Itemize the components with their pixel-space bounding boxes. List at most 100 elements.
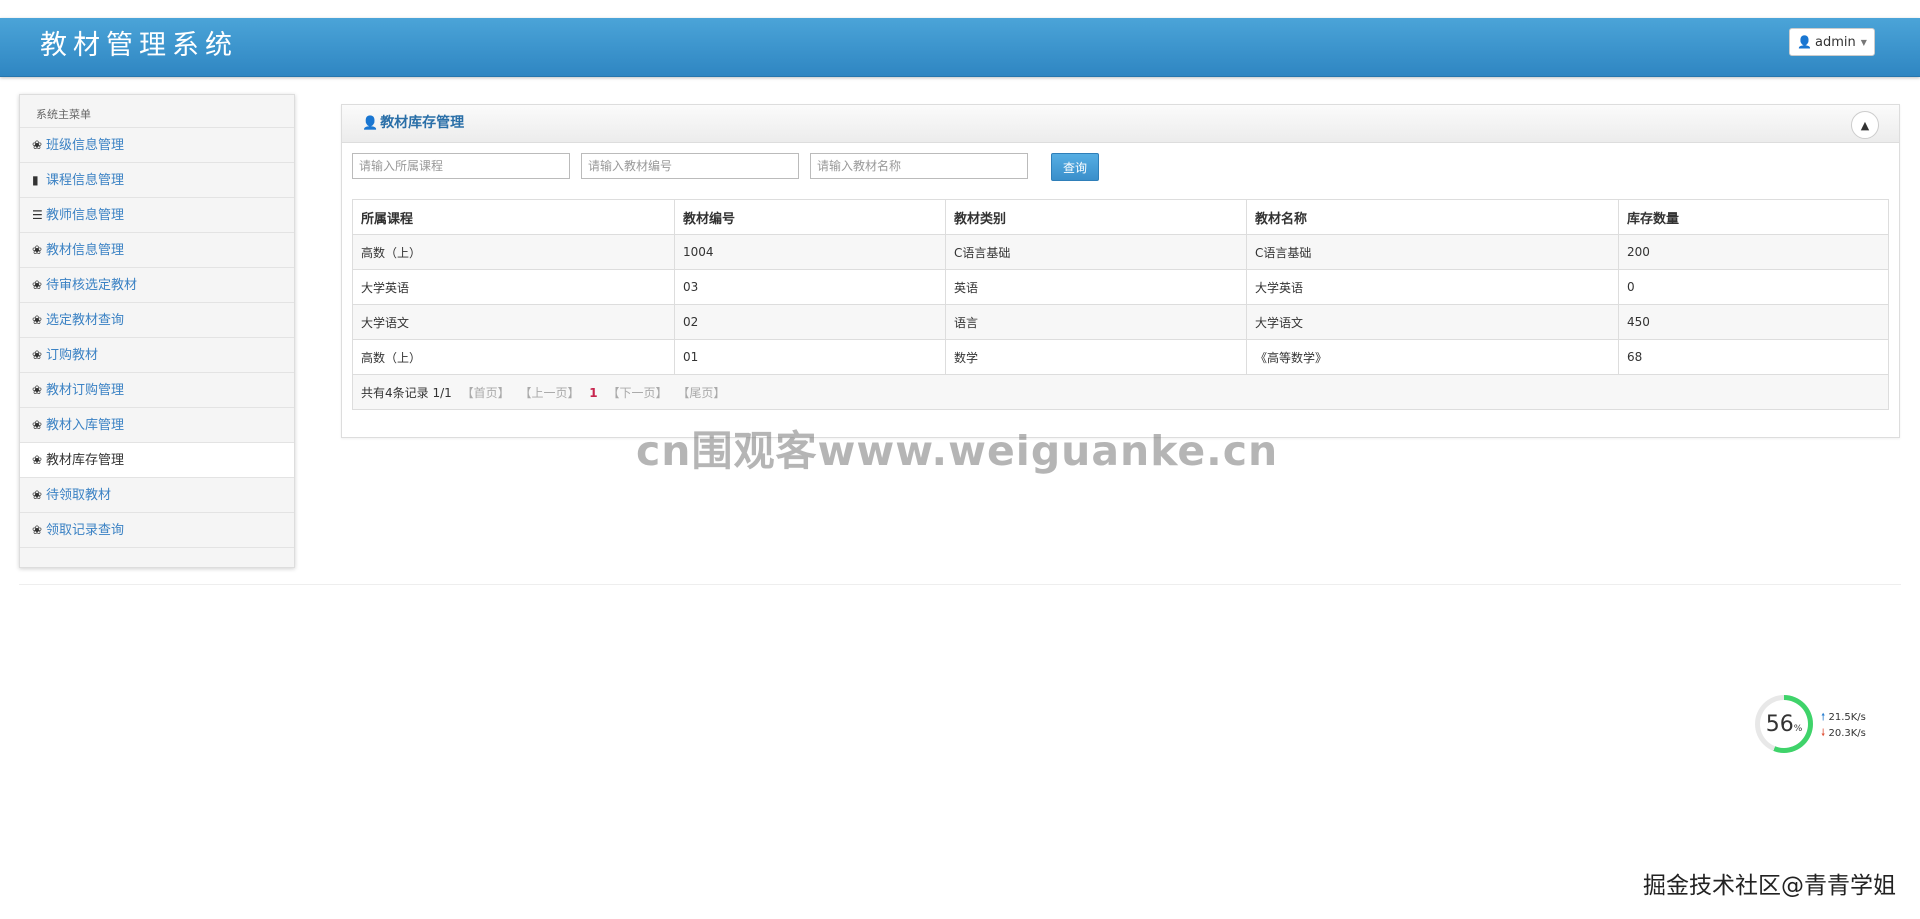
column-header: 所属课程 (352, 199, 675, 235)
arrow-up-icon: 🠕 (1821, 712, 1826, 723)
sidebar-item-label: 待审核选定教材 (46, 278, 138, 293)
code-search-input[interactable] (581, 153, 799, 179)
leaf-icon: ❀ (32, 453, 43, 467)
sidebar-item-pickup-records[interactable]: ❀ 领取记录查询 (20, 513, 294, 548)
table-cell: 大学语文 (1246, 304, 1619, 340)
sidebar-item-label: 教材库存管理 (46, 453, 125, 468)
download-speed: 🠗 20.3K/s (1821, 726, 1866, 743)
table-cell: 450 (1618, 304, 1889, 340)
name-search-input[interactable] (810, 153, 1028, 179)
usage-percent-value: 56 (1765, 711, 1794, 737)
column-header: 教材类别 (945, 199, 1247, 235)
upload-speed: 🠕 21.5K/s (1821, 710, 1866, 727)
leaf-icon: ❀ (32, 523, 43, 537)
table-cell: 高数（上） (352, 234, 675, 270)
chevron-up-icon: ▲ (1860, 118, 1870, 132)
sidebar-item-label: 订购教材 (46, 348, 99, 363)
table-cell: C语言基础 (945, 234, 1247, 270)
list-icon: ☰ (32, 208, 43, 222)
sidebar-item-teacher-info[interactable]: ☰ 教师信息管理 (20, 198, 294, 233)
user-menu-label: admin (1815, 34, 1856, 50)
column-header: 教材编号 (674, 199, 946, 235)
column-header: 教材名称 (1246, 199, 1619, 235)
sidebar-item-inventory[interactable]: ❀ 教材库存管理 (20, 443, 294, 478)
table-cell: 《高等数学》 (1246, 339, 1619, 375)
table-row: 高数（上） 1004 C语言基础 C语言基础 200 (352, 234, 1889, 270)
user-icon: 👤 (362, 116, 379, 131)
sidebar-item-pending-pickup[interactable]: ❀ 待领取教材 (20, 478, 294, 513)
usage-percent: 56% (1760, 700, 1808, 748)
sidebar-item-label: 教材订购管理 (46, 383, 125, 398)
sidebar-item-class-info[interactable]: ❀ 班级信息管理 (20, 128, 294, 163)
panel-header: 👤 教材库存管理 ▲ (342, 105, 1899, 143)
table-cell: 大学语文 (352, 304, 675, 340)
table-cell: 高数（上） (352, 339, 675, 375)
last-page-link[interactable]: 【尾页】 (677, 386, 725, 400)
inventory-panel: 👤教材库存管理 ▲ 查询 所属课程 教材编号 教材类别 教材名称 库存数量 高数… (341, 104, 1900, 438)
table-cell: 200 (1618, 234, 1889, 270)
collapse-button[interactable]: ▲ (1851, 111, 1879, 139)
prev-page-link[interactable]: 【上一页】 (519, 386, 579, 400)
sidebar-item-label: 班级信息管理 (46, 138, 125, 153)
query-button[interactable]: 查询 (1051, 153, 1099, 181)
user-icon: 👤 (1797, 35, 1813, 49)
network-speed-widget[interactable]: 56% 🠕 21.5K/s 🠗 20.3K/s (1755, 695, 1875, 757)
table-cell: 01 (674, 339, 946, 375)
user-menu-button[interactable]: 👤 admin ▼ (1789, 28, 1875, 56)
sidebar-item-label: 领取记录查询 (46, 523, 125, 538)
upload-speed-value: 21.5K/s (1828, 712, 1866, 723)
course-search-input[interactable] (352, 153, 570, 179)
sidebar-item-course-info[interactable]: ▮ 课程信息管理 (20, 163, 294, 198)
table-cell: 68 (1618, 339, 1889, 375)
sidebar-item-label: 待领取教材 (46, 488, 112, 503)
table-cell: 大学英语 (1246, 269, 1619, 305)
arrow-down-icon: 🠗 (1821, 728, 1826, 739)
leaf-icon: ❀ (32, 383, 43, 397)
center-watermark: cn围观客www.weiguanke.cn (636, 427, 1279, 475)
leaf-icon: ❀ (32, 488, 43, 502)
table-row: 高数（上） 01 数学 《高等数学》 68 (352, 339, 1889, 375)
inventory-table: 所属课程 教材编号 教材类别 教材名称 库存数量 高数（上） 1004 C语言基… (352, 199, 1889, 410)
leaf-icon: ❀ (32, 138, 43, 152)
pagination: 共有4条记录 1/1 【首页】 【上一页】 1 【下一页】 【尾页】 (352, 374, 1889, 410)
usage-percent-unit: % (1793, 723, 1803, 734)
pager-row: 共有4条记录 1/1 【首页】 【上一页】 1 【下一页】 【尾页】 (352, 374, 1889, 410)
footer-divider (19, 584, 1901, 585)
top-navbar: 教材管理系统 👤 admin ▼ (0, 18, 1920, 77)
sidebar-item-label: 选定教材查询 (46, 313, 125, 328)
table-cell: 1004 (674, 234, 946, 270)
download-speed-value: 20.3K/s (1828, 728, 1866, 739)
sidebar-item-selected-query[interactable]: ❀ 选定教材查询 (20, 303, 294, 338)
leaf-icon: ❀ (32, 348, 43, 362)
next-page-link[interactable]: 【下一页】 (607, 386, 667, 400)
app-title: 教材管理系统 (40, 30, 238, 61)
usage-ring: 56% (1755, 695, 1813, 753)
panel-title: 👤 教材库存管理 (362, 105, 464, 142)
bookmark-icon: ▮ (32, 173, 39, 187)
sidebar-item-stock-in[interactable]: ❀ 教材入库管理 (20, 408, 294, 443)
sidebar-item-order-textbook[interactable]: ❀ 订购教材 (20, 338, 294, 373)
bottom-watermark: 掘金技术社区@青青学姐 (1643, 873, 1896, 899)
panel-title-text: 教材库存管理 (380, 115, 465, 131)
leaf-icon: ❀ (32, 418, 43, 432)
table-row: 大学语文 02 语言 大学语文 450 (352, 304, 1889, 340)
table-cell: 数学 (945, 339, 1247, 375)
table-cell: 英语 (945, 269, 1247, 305)
record-summary: 共有4条记录 1/1 (361, 385, 452, 400)
sidebar-title: 系统主菜单 (20, 95, 294, 128)
leaf-icon: ❀ (32, 243, 43, 257)
table-row: 大学英语 03 英语 大学英语 0 (352, 269, 1889, 305)
table-cell: 02 (674, 304, 946, 340)
sidebar-item-order-management[interactable]: ❀ 教材订购管理 (20, 373, 294, 408)
sidebar-item-textbook-info[interactable]: ❀ 教材信息管理 (20, 233, 294, 268)
column-header: 库存数量 (1618, 199, 1889, 235)
table-cell: 03 (674, 269, 946, 305)
caret-down-icon: ▼ (1860, 37, 1867, 47)
leaf-icon: ❀ (32, 278, 43, 292)
table-cell: 语言 (945, 304, 1247, 340)
table-cell: 0 (1618, 269, 1889, 305)
sidebar-item-pending-review[interactable]: ❀ 待审核选定教材 (20, 268, 294, 303)
sidebar-item-label: 教材信息管理 (46, 243, 125, 258)
table-header-row: 所属课程 教材编号 教材类别 教材名称 库存数量 (352, 199, 1889, 235)
first-page-link[interactable]: 【首页】 (462, 386, 510, 400)
